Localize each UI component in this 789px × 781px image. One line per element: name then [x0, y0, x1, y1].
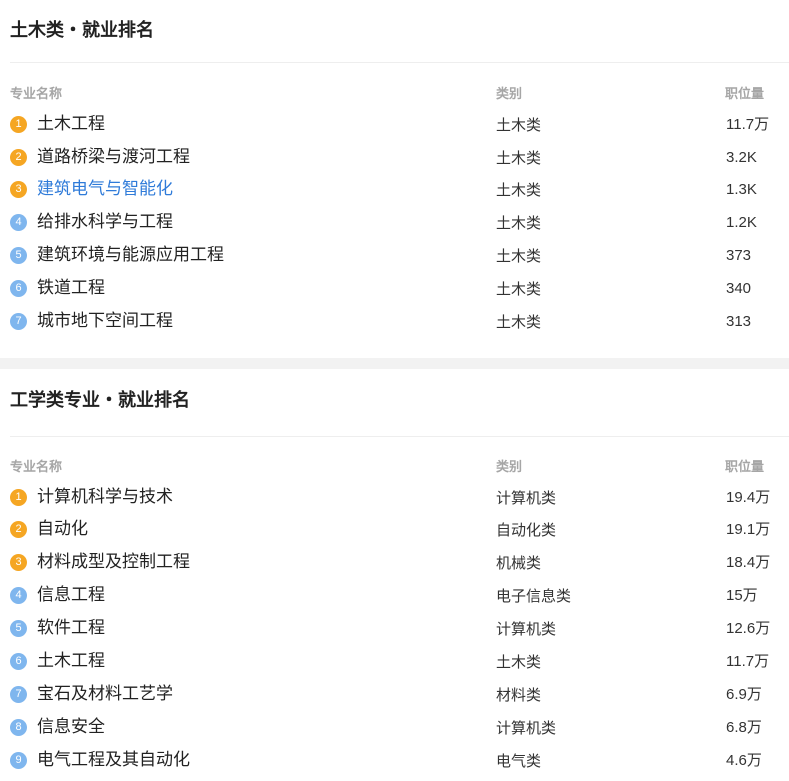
major-name-link[interactable]: 宝石及材料工艺学	[37, 682, 173, 706]
table-row[interactable]: 6 铁道工程 土木类 340	[0, 272, 789, 305]
major-name-link[interactable]: 电气工程及其自动化	[37, 748, 190, 772]
job-count: 19.4万	[726, 489, 771, 506]
rank-badge: 1	[10, 116, 27, 133]
major-name-link[interactable]: 建筑环境与能源应用工程	[37, 243, 224, 267]
rank-badge: 6	[10, 653, 27, 670]
column-header-name: 专业名称	[10, 460, 63, 475]
rank-badge: 2	[10, 521, 27, 538]
job-count: 1.2K	[726, 214, 757, 231]
major-category: 计算机类	[496, 719, 557, 737]
section-title: 土木类・就业排名	[10, 20, 154, 41]
major-name-link[interactable]: 城市地下空间工程	[37, 309, 173, 333]
table-row[interactable]: 1 土木工程 土木类 11.7万	[0, 108, 789, 141]
job-count: 11.7万	[726, 116, 770, 133]
major-name-link[interactable]: 计算机科学与技术	[37, 485, 173, 509]
major-name-link[interactable]: 软件工程	[37, 616, 105, 640]
table-row[interactable]: 9 电气工程及其自动化 电气类 4.6万	[0, 744, 789, 777]
major-category: 电子信息类	[496, 587, 572, 605]
major-category: 材料类	[496, 686, 542, 704]
major-name-link[interactable]: 信息安全	[37, 715, 105, 739]
major-category: 土木类	[496, 247, 542, 265]
major-name-link[interactable]: 土木工程	[37, 112, 105, 136]
job-count: 18.4万	[726, 554, 771, 571]
table-row[interactable]: 4 给排水科学与工程 土木类 1.2K	[0, 206, 789, 239]
table-row[interactable]: 3 建筑电气与智能化 土木类 1.3K	[0, 173, 789, 206]
civil-ranking-section: 土木类・就业排名 专业名称 类别 职位量 1 土木工程 土木类 11.7万 2 …	[0, 0, 789, 356]
title-divider	[10, 62, 789, 63]
job-count: 4.6万	[726, 752, 762, 769]
job-count: 313	[726, 313, 752, 330]
major-name-link[interactable]: 给排水科学与工程	[37, 210, 173, 234]
job-count: 6.8万	[726, 719, 762, 736]
column-header-category: 类别	[496, 460, 523, 475]
major-name-link[interactable]: 材料成型及控制工程	[37, 550, 190, 574]
table-row[interactable]: 1 计算机科学与技术 计算机类 19.4万	[0, 481, 789, 514]
section-divider	[0, 358, 789, 369]
major-category: 电气类	[496, 752, 542, 770]
job-count: 1.3K	[726, 181, 757, 198]
rank-badge: 2	[10, 149, 27, 166]
major-category: 机械类	[496, 554, 542, 572]
major-category: 土木类	[496, 214, 542, 232]
table-row[interactable]: 7 城市地下空间工程 土木类 313	[0, 305, 789, 338]
rank-badge: 4	[10, 587, 27, 604]
rank-badge: 9	[10, 752, 27, 769]
rank-badge: 6	[10, 280, 27, 297]
major-category: 土木类	[496, 149, 542, 167]
job-count: 373	[726, 247, 752, 264]
major-category: 计算机类	[496, 489, 557, 507]
title-divider	[10, 436, 789, 437]
table-row[interactable]: 7 宝石及材料工艺学 材料类 6.9万	[0, 678, 789, 711]
major-name-link[interactable]: 自动化	[37, 517, 88, 541]
major-name-link[interactable]: 铁道工程	[37, 276, 105, 300]
major-name-link[interactable]: 信息工程	[37, 583, 105, 607]
job-count: 19.1万	[726, 521, 771, 538]
rank-badge: 4	[10, 214, 27, 231]
major-category: 计算机类	[496, 620, 557, 638]
rank-badge: 1	[10, 489, 27, 506]
column-header-category: 类别	[496, 87, 523, 102]
major-name-link[interactable]: 建筑电气与智能化	[37, 177, 173, 201]
major-category: 自动化类	[496, 521, 557, 539]
job-count: 12.6万	[726, 620, 771, 637]
table-row[interactable]: 8 信息安全 计算机类 6.8万	[0, 711, 789, 744]
section-title: 工学类专业・就业排名	[10, 390, 190, 411]
column-header-count: 职位量	[725, 460, 765, 475]
rank-badge: 8	[10, 719, 27, 736]
rank-badge: 3	[10, 181, 27, 198]
major-category: 土木类	[496, 313, 542, 331]
major-category: 土木类	[496, 181, 542, 199]
job-count: 11.7万	[726, 653, 770, 670]
job-count: 340	[726, 280, 752, 297]
table-row[interactable]: 2 道路桥梁与渡河工程 土木类 3.2K	[0, 141, 789, 174]
table-row[interactable]: 6 土木工程 土木类 11.7万	[0, 645, 789, 678]
table-row[interactable]: 3 材料成型及控制工程 机械类 18.4万	[0, 546, 789, 579]
rank-badge: 5	[10, 247, 27, 264]
column-header-name: 专业名称	[10, 87, 63, 102]
engineering-ranking-section: 工学类专业・就业排名 专业名称 类别 职位量 1 计算机科学与技术 计算机类 1…	[0, 370, 789, 781]
major-category: 土木类	[496, 653, 542, 671]
job-count: 6.9万	[726, 686, 762, 703]
table-row[interactable]: 4 信息工程 电子信息类 15万	[0, 579, 789, 612]
major-category: 土木类	[496, 280, 542, 298]
table-row[interactable]: 5 软件工程 计算机类 12.6万	[0, 612, 789, 645]
rank-badge: 5	[10, 620, 27, 637]
table-row[interactable]: 5 建筑环境与能源应用工程 土木类 373	[0, 239, 789, 272]
major-category: 土木类	[496, 116, 542, 134]
rank-badge: 7	[10, 686, 27, 703]
major-name-link[interactable]: 道路桥梁与渡河工程	[37, 145, 190, 169]
job-count: 15万	[726, 587, 758, 604]
rank-badge: 3	[10, 554, 27, 571]
table-row[interactable]: 2 自动化 自动化类 19.1万	[0, 513, 789, 546]
job-count: 3.2K	[726, 149, 757, 166]
major-name-link[interactable]: 土木工程	[37, 649, 105, 673]
column-header-count: 职位量	[725, 87, 765, 102]
rank-badge: 7	[10, 313, 27, 330]
